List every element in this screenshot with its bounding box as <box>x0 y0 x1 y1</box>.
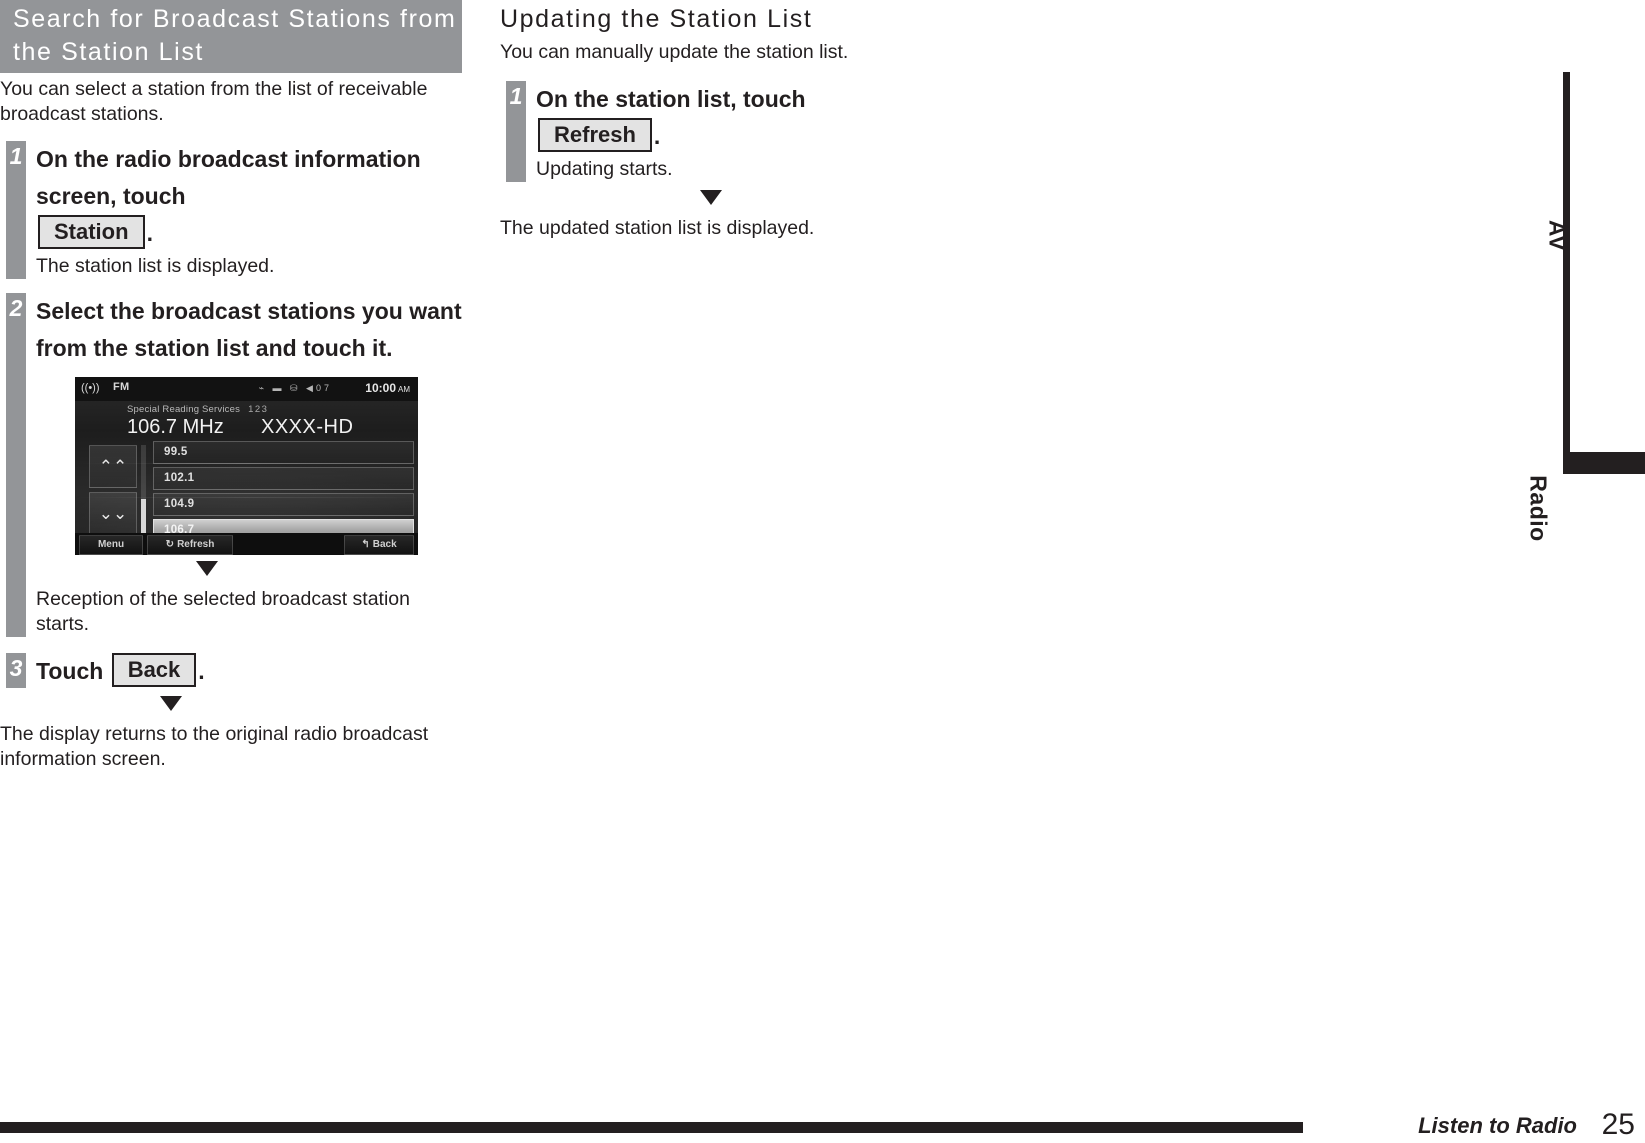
step-1-update: 1 On the station list, touch Refresh. Up… <box>500 81 1140 182</box>
edge-tab-foot <box>1563 452 1645 474</box>
step-2-search: 2 Select the broadcast stations you want… <box>0 293 462 637</box>
menu-button[interactable]: Menu <box>79 535 143 555</box>
down-triangle-icon <box>160 696 182 711</box>
list-item[interactable]: 102.1 <box>153 467 414 490</box>
down-triangle-icon <box>700 190 722 205</box>
flow-arrow-1 <box>36 561 462 581</box>
footer-rule <box>0 1122 1303 1133</box>
update-final-result: The updated station list is displayed. <box>500 217 815 239</box>
step-1-update-number: 1 <box>509 83 523 109</box>
step-3-result: The display returns to the original radi… <box>0 723 429 770</box>
step-1-period: . <box>146 220 153 246</box>
scroll-buttons: ⌃⌃ ⌄⌄ <box>89 445 137 535</box>
clock: 10:00 AM <box>365 381 410 395</box>
step-3-number: 3 <box>9 655 23 681</box>
step-1-update-heading: On the station list, touch Refresh. <box>536 81 1140 155</box>
service-numbers: 123 <box>248 404 269 415</box>
down-triangle-icon <box>196 561 218 576</box>
step-3-heading-text: Touch <box>36 658 104 684</box>
step-2-number: 2 <box>9 295 23 321</box>
device-screenshot-station-list: ((•)) FM ⌁ ▬ ⛁ ◀07 10:00 AM Special Readi… <box>75 377 418 555</box>
back-arrow-icon: ↰ <box>361 539 370 550</box>
band-label: FM <box>113 381 130 393</box>
current-frequency: 106.7 MHz <box>127 416 224 438</box>
broadcast-icon: ((•)) <box>81 382 100 394</box>
step-3-search: 3 Touch Back. <box>0 653 462 688</box>
step-1-update-heading-text: On the station list, touch <box>536 86 806 112</box>
manual-page: Search for Broadcast Stations from the S… <box>0 0 1645 1143</box>
back-key-button[interactable]: Back <box>111 653 197 687</box>
list-item[interactable]: 99.5 <box>153 441 414 464</box>
refresh-button-label: Refresh <box>177 539 215 550</box>
service-line: Special Reading Services 123 <box>127 404 268 415</box>
list-item[interactable]: 104.9 <box>153 493 414 516</box>
flow-arrow-3 <box>500 190 1140 210</box>
step-1-heading: On the radio broadcast information scree… <box>36 141 462 252</box>
station-list: 99.5 102.1 104.9 106.7 <box>153 441 414 545</box>
step-1-result: The station list is displayed. <box>36 255 275 277</box>
step-3-period: . <box>198 658 205 684</box>
step-1-search: 1 On the radio broadcast information scr… <box>0 141 462 279</box>
step-2-result: Reception of the selected broadcast stat… <box>36 588 410 635</box>
footer-page-number: 25 <box>1601 1108 1635 1141</box>
service-text: Special Reading Services <box>127 404 241 415</box>
station-key-button[interactable]: Station <box>38 215 145 249</box>
step-3-heading: Touch Back. <box>36 653 462 688</box>
intro-paragraph-right: You can manually update the station list… <box>500 41 849 63</box>
step-1-update-result: Updating starts. <box>536 158 673 180</box>
edge-tab-label-radio: Radio <box>1525 475 1552 542</box>
right-column: Updating the Station List You can manual… <box>500 0 1140 241</box>
station-call-sign: XXXX-HD <box>261 416 354 438</box>
clock-ampm: AM <box>398 385 410 394</box>
step-2-bar <box>6 293 26 637</box>
step-1-number: 1 <box>9 143 23 169</box>
edge-tab-label-av: AV <box>1544 219 1571 252</box>
flow-arrow-2 <box>0 696 462 716</box>
status-icons: ⌁ ▬ ⛁ ◀07 <box>258 383 332 393</box>
section-title-search: Search for Broadcast Stations from the S… <box>0 0 462 73</box>
back-button[interactable]: ↰ Back <box>344 535 414 555</box>
intro-paragraph-left: You can select a station from the list o… <box>0 78 428 125</box>
step-2-heading: Select the broadcast stations you want f… <box>36 298 462 361</box>
refresh-button[interactable]: ↻ Refresh <box>147 535 233 555</box>
scroll-up-icon[interactable]: ⌃⌃ <box>89 445 137 488</box>
scrollbar-thumb[interactable] <box>141 499 146 533</box>
step-1-heading-text: On the radio broadcast information scree… <box>36 146 421 209</box>
device-status-bar: ((•)) FM ⌁ ▬ ⛁ ◀07 10:00 AM <box>75 377 418 401</box>
back-button-label: Back <box>372 539 397 550</box>
section-title-updating: Updating the Station List <box>500 5 813 33</box>
left-column: Search for Broadcast Stations from the S… <box>0 0 462 772</box>
footer-chapter: Listen to Radio <box>1418 1113 1577 1138</box>
device-toolbar: Menu ↻ Refresh ↰ Back <box>75 533 418 555</box>
step-1-update-period: . <box>653 123 661 149</box>
scroll-down-icon[interactable]: ⌄⌄ <box>89 492 137 535</box>
refresh-icon: ↻ <box>165 539 175 550</box>
refresh-key-button[interactable]: Refresh <box>538 118 652 152</box>
clock-time: 10:00 <box>365 381 396 395</box>
